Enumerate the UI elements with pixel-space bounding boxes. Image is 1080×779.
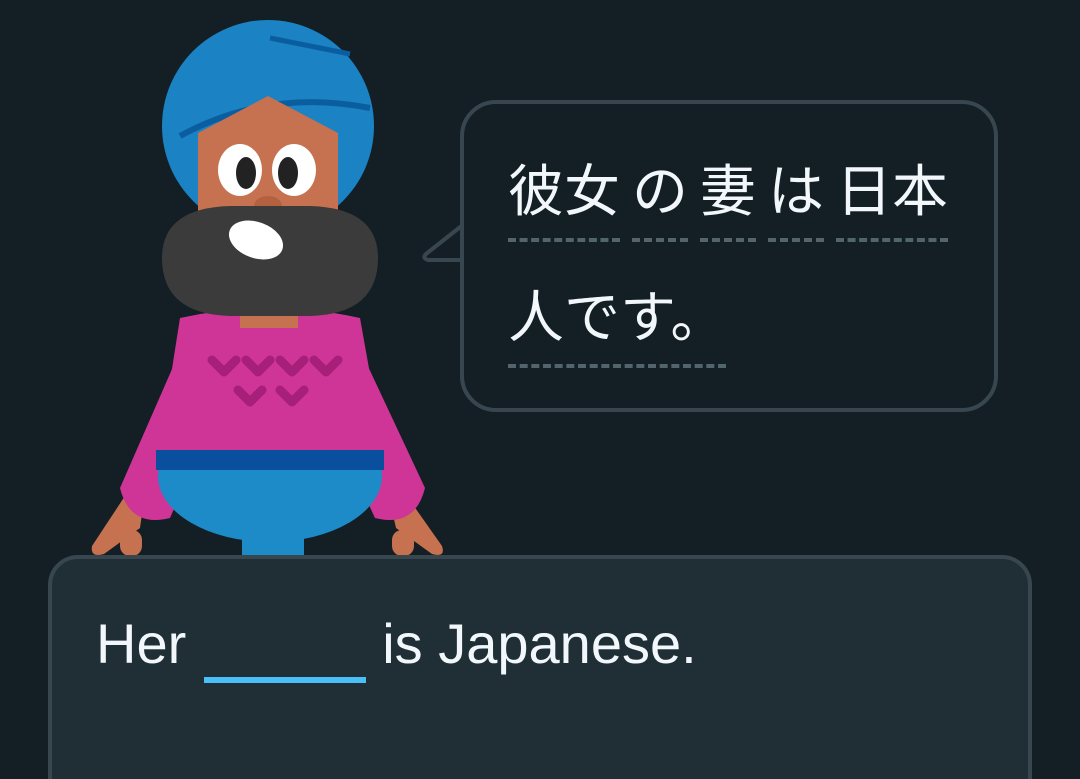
bubble-line-1: 彼女 の 妻 は 日本 bbox=[508, 156, 948, 242]
bubble-word[interactable]: の bbox=[632, 156, 688, 242]
character-illustration bbox=[91, 20, 443, 558]
bubble-line-2: 人です。 bbox=[508, 282, 727, 368]
answer-card: Her is Japanese. bbox=[48, 555, 1032, 779]
blank-input[interactable] bbox=[204, 611, 367, 683]
bubble-word[interactable]: 妻 bbox=[700, 156, 756, 242]
fill-in-sentence: Her is Japanese. bbox=[96, 611, 697, 683]
exercise-screen: 彼女 の 妻 は 日本 人です。 Her is Japanese. bbox=[0, 0, 1080, 779]
bubble-word[interactable]: は bbox=[768, 156, 824, 242]
sentence-text-after: is Japanese. bbox=[382, 612, 697, 675]
bubble-word[interactable]: 彼女 bbox=[508, 156, 620, 242]
sentence-text-before: Her bbox=[96, 612, 187, 675]
speech-bubble: 彼女 の 妻 は 日本 人です。 bbox=[460, 100, 998, 412]
bubble-word[interactable]: 日本 bbox=[836, 156, 948, 242]
bubble-word[interactable]: 人です。 bbox=[508, 282, 727, 368]
